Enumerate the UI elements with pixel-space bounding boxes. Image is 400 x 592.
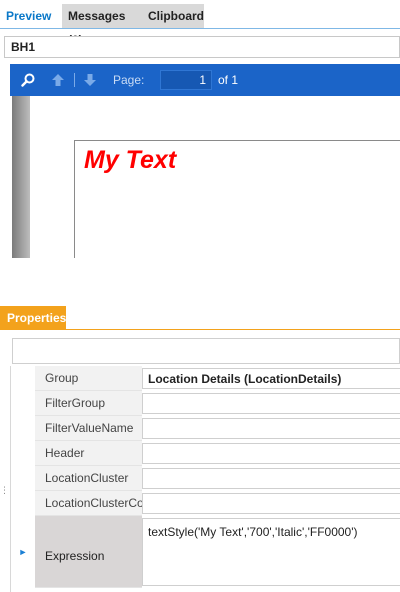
property-name: LocationCluster [35,466,142,491]
row-gutter: ► [11,516,35,588]
document-tab-bar: Preview Messages (0) Clipboard [0,0,400,47]
toolbar-separator [74,73,75,87]
property-grid: Group Location Details (LocationDetails)… [10,366,400,592]
report-text: My Text [84,146,177,174]
row-gutter [11,391,35,416]
property-name: LocationClusterCo [35,491,144,516]
property-value-locationclusterco[interactable] [142,493,400,514]
row-gutter [11,466,35,491]
viewer-vertical-scrollbar[interactable] [12,96,30,258]
arrow-up-icon[interactable] [48,64,68,96]
tab-preview[interactable]: Preview [0,4,60,28]
tab-clipboard[interactable]: Clipboard [142,4,204,28]
property-row-filtergroup[interactable]: FilterGroup [11,391,400,416]
property-name: Expression [35,516,142,588]
property-name: Header [35,441,142,466]
property-value-header[interactable] [142,443,400,464]
viewer-toolbar: Page: 1 of 1 [10,64,400,96]
document-name-field[interactable]: BH1 [4,36,400,58]
property-value-filtervaluename[interactable] [142,418,400,439]
page-number-input[interactable]: 1 [160,70,212,90]
page-total: of 1 [218,73,239,87]
row-gutter [11,441,35,466]
properties-divider [0,329,400,330]
property-name: FilterGroup [35,391,142,416]
property-row-filtervaluename[interactable]: FilterValueName [11,416,400,441]
property-name: Group [35,366,142,391]
arrow-down-icon[interactable] [80,64,100,96]
splitter-grip-icon[interactable]: ⋮ [0,486,9,506]
properties-search-input[interactable] [12,338,400,364]
search-icon[interactable] [18,64,38,96]
property-row-locationclusterco[interactable]: LocationClusterCo [11,491,400,516]
property-row-group[interactable]: Group Location Details (LocationDetails) [11,366,400,391]
property-name: FilterValueName [35,416,142,441]
row-gutter [11,491,35,516]
row-gutter [11,366,35,391]
property-value-filtergroup[interactable] [142,393,400,414]
tab-messages[interactable]: Messages (0) [62,4,142,47]
property-row-locationcluster[interactable]: LocationCluster [11,466,400,491]
property-row-header[interactable]: Header [11,441,400,466]
page-label: Page: [113,73,145,87]
property-value-locationcluster[interactable] [142,468,400,489]
row-gutter [11,416,35,441]
property-value-group[interactable]: Location Details (LocationDetails) [142,368,400,389]
property-row-expression[interactable]: ► Expression textStyle('My Text','700','… [11,516,400,588]
tab-bar-divider [0,28,400,29]
tab-properties[interactable]: Properties [0,306,66,330]
property-value-expression[interactable]: textStyle('My Text','700','Italic','FF00… [142,518,400,586]
selected-row-arrow-icon: ► [18,547,28,557]
